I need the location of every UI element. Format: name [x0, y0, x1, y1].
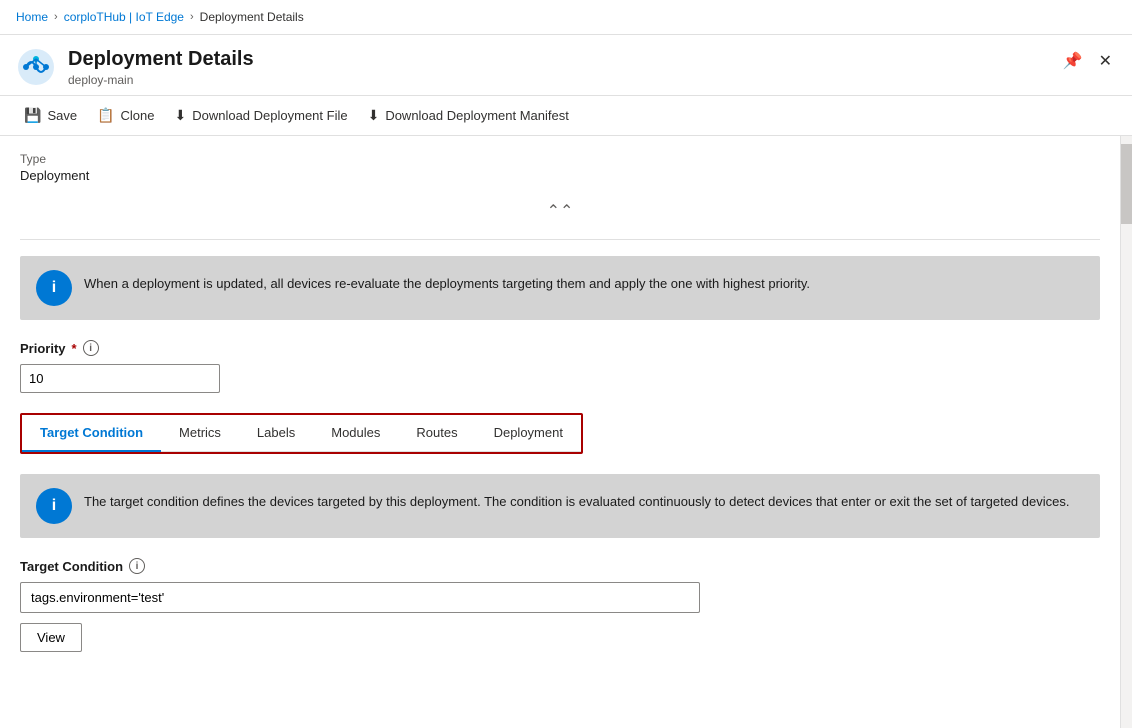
breadcrumb-home[interactable]: Home [16, 10, 48, 24]
divider-1 [20, 239, 1100, 240]
priority-label-text: Priority [20, 341, 66, 356]
tab-target-condition[interactable]: Target Condition [22, 415, 161, 452]
priority-label-row: Priority * i [20, 340, 1100, 356]
breadcrumb-sep-2: › [190, 11, 194, 23]
target-condition-label-text: Target Condition [20, 559, 123, 574]
tab-deployment[interactable]: Deployment [476, 415, 581, 452]
panel-header-right: 📌 ✕ [1059, 47, 1116, 75]
scrollbar-thumb[interactable] [1121, 144, 1132, 224]
panel-title-text: Deployment Details [68, 47, 254, 71]
tab-metrics[interactable]: Metrics [161, 415, 239, 452]
save-button[interactable]: 💾 Save [16, 102, 85, 129]
close-button[interactable]: ✕ [1095, 47, 1116, 75]
update-info-box: i When a deployment is updated, all devi… [20, 256, 1100, 320]
target-condition-label-row: Target Condition i [20, 558, 1100, 574]
target-info-box: i The target condition defines the devic… [20, 474, 1100, 538]
type-value: Deployment [20, 168, 1100, 183]
download-file-icon: ⬇ [174, 107, 186, 124]
collapse-row: ⌃⌃ [20, 199, 1100, 223]
scrollbar[interactable] [1120, 136, 1132, 728]
panel-header: Deployment Details deploy-main 📌 ✕ [0, 35, 1132, 96]
tab-routes[interactable]: Routes [398, 415, 475, 452]
collapse-button[interactable]: ⌃⌃ [539, 199, 582, 223]
download-manifest-icon: ⬇ [368, 107, 380, 124]
save-label: Save [47, 108, 77, 123]
download-manifest-label: Download Deployment Manifest [385, 108, 569, 123]
info-icon-circle: i [36, 270, 72, 306]
type-label: Type [20, 152, 1100, 166]
target-info-icon: i [52, 497, 56, 515]
tabs-container: Target Condition Metrics Labels Modules … [20, 413, 583, 454]
priority-input[interactable] [20, 364, 220, 393]
panel-title: Deployment Details deploy-main [68, 47, 254, 87]
pin-icon: 📌 [1063, 51, 1083, 71]
info-icon: i [52, 279, 56, 297]
panel-subtitle: deploy-main [68, 73, 254, 87]
clone-icon: 📋 [97, 107, 114, 124]
download-file-button[interactable]: ⬇ Download Deployment File [166, 102, 355, 129]
priority-info-icon[interactable]: i [83, 340, 99, 356]
tabs: Target Condition Metrics Labels Modules … [22, 415, 581, 452]
target-condition-info-icon[interactable]: i [129, 558, 145, 574]
target-condition-input[interactable] [20, 582, 700, 613]
tab-modules[interactable]: Modules [313, 415, 398, 452]
type-field: Type Deployment [20, 152, 1100, 183]
content-area: Type Deployment ⌃⌃ i When a deployment i… [0, 136, 1132, 728]
toolbar: 💾 Save 📋 Clone ⬇ Download Deployment Fil… [0, 96, 1132, 136]
chevron-up-icon: ⌃⌃ [547, 203, 574, 220]
tab-labels[interactable]: Labels [239, 415, 313, 452]
clone-button[interactable]: 📋 Clone [89, 102, 162, 129]
download-file-label: Download Deployment File [192, 108, 347, 123]
clone-label: Clone [121, 108, 155, 123]
breadcrumb: Home › corploTHub | IoT Edge › Deploymen… [0, 0, 1132, 35]
save-icon: 💾 [24, 107, 41, 124]
close-icon: ✕ [1099, 51, 1112, 71]
breadcrumb-hub[interactable]: corploTHub | IoT Edge [64, 10, 184, 24]
download-manifest-button[interactable]: ⬇ Download Deployment Manifest [360, 102, 577, 129]
main-content: Type Deployment ⌃⌃ i When a deployment i… [0, 136, 1120, 728]
panel-header-left: Deployment Details deploy-main [16, 47, 254, 87]
priority-section: Priority * i [20, 340, 1100, 393]
target-condition-section: Target Condition i View [20, 558, 1100, 652]
target-info-text: The target condition defines the devices… [84, 488, 1069, 512]
update-info-text: When a deployment is updated, all device… [84, 270, 810, 294]
breadcrumb-current: Deployment Details [200, 10, 304, 24]
deployment-icon [16, 47, 56, 87]
required-star: * [72, 341, 77, 356]
pin-button[interactable]: 📌 [1059, 47, 1087, 75]
target-info-icon-circle: i [36, 488, 72, 524]
breadcrumb-sep-1: › [54, 11, 58, 23]
view-button[interactable]: View [20, 623, 82, 652]
